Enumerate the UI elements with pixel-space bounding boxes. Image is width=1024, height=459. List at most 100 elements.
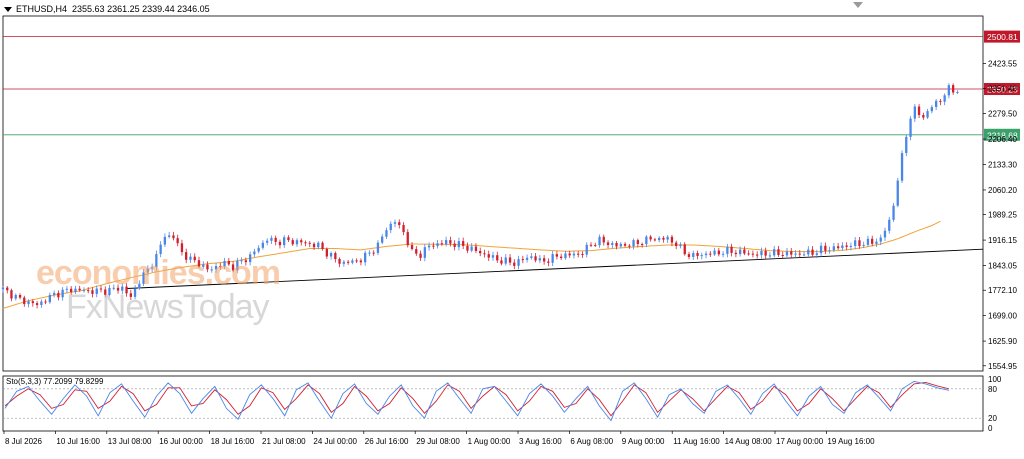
candle-body (176, 238, 179, 244)
candle-body (508, 257, 512, 263)
candle-body (841, 245, 844, 249)
candle-body (802, 254, 806, 256)
candle-body (692, 253, 695, 257)
candle-body (632, 240, 635, 247)
price-tick-label: 2133.30 (988, 161, 1017, 170)
candle-body (538, 258, 541, 261)
candle-body (419, 253, 422, 258)
candle-body (427, 245, 431, 248)
candle-body (410, 245, 414, 249)
candle-body (939, 100, 942, 102)
candle-body (48, 294, 51, 303)
candle-body (709, 253, 712, 255)
candle-body (18, 295, 22, 298)
candle-body (875, 241, 878, 244)
dropdown-triangle-icon[interactable] (4, 7, 12, 13)
candle-body (385, 230, 388, 237)
time-tick-label: 19 Aug 16:00 (827, 437, 875, 446)
candle-body (730, 246, 733, 253)
candle-body (393, 222, 397, 224)
price-tick-label: 2279.50 (988, 110, 1017, 119)
candle-body (163, 236, 166, 245)
candle-body (917, 106, 921, 115)
candle-body (871, 238, 874, 244)
candle-body (790, 251, 793, 255)
candle-body (726, 246, 729, 254)
chart-toggle-icon[interactable] (853, 2, 863, 8)
price-tick-label: 2206.40 (988, 135, 1017, 144)
candle-body (956, 91, 959, 93)
candle-body (525, 257, 529, 260)
candle-body (270, 237, 273, 241)
symbol-label: ETHUSD,H4 (16, 4, 68, 14)
stochastic-tick-label: 80 (988, 385, 997, 394)
candle-body (334, 253, 337, 259)
candle-body (717, 250, 720, 255)
candle-body (300, 240, 303, 243)
time-tick-label: 11 Aug 16:00 (673, 437, 720, 446)
candle-body (658, 237, 661, 241)
candle-body (470, 246, 473, 251)
candle-body (819, 245, 823, 254)
price-chart[interactable]: 2500.812350.232218.68 2423.552351.402279… (0, 0, 1024, 454)
candle-body (926, 111, 929, 118)
stochastic-tick-label: 20 (988, 414, 997, 423)
candle-body (764, 250, 767, 256)
candle-body (883, 230, 887, 238)
candle-body (896, 180, 899, 206)
candle-body (543, 258, 546, 262)
price-tick-label: 2423.55 (988, 59, 1017, 68)
time-tick-label: 14 Aug 08:00 (725, 437, 773, 446)
candle-body (777, 249, 780, 255)
candle-body (500, 260, 503, 264)
time-tick-label: 6 Aug 08:00 (570, 437, 613, 446)
candle-body (329, 253, 333, 257)
candle-body (824, 245, 827, 251)
candle-body (611, 243, 614, 245)
candle-body (564, 253, 567, 259)
price-tick-label: 1843.05 (988, 262, 1017, 271)
candle-body (602, 236, 605, 243)
candle-body (930, 107, 933, 112)
candle-body (756, 254, 759, 256)
candle-body (739, 249, 742, 255)
time-tick-label: 9 Aug 00:00 (622, 437, 665, 446)
candle-body (645, 236, 648, 245)
candle-body (10, 290, 13, 299)
candle-body (364, 252, 367, 263)
candle-body (457, 241, 460, 248)
candle-body (773, 249, 776, 256)
candle-body (947, 85, 950, 96)
chart-window[interactable]: 2500.81 2350.23 2218.68 2423.55 2351.40 2279… (0, 0, 1024, 454)
candle-body (372, 252, 375, 254)
candle-body (308, 242, 311, 244)
candle-body (734, 252, 737, 255)
candle-body (854, 240, 857, 246)
candle-body (568, 253, 571, 256)
candle-body (491, 255, 495, 258)
candle-body (807, 249, 810, 255)
candle-body (266, 240, 269, 243)
candle-body (440, 243, 443, 245)
candle-body (713, 250, 716, 255)
time-tick-label: 3 Aug 16:00 (519, 437, 562, 446)
chart-background (0, 0, 1024, 454)
candle-body (504, 257, 507, 264)
candle-body (623, 243, 627, 246)
candle-body (845, 245, 848, 247)
candle-body (581, 254, 584, 255)
candle-body (598, 236, 601, 246)
candle-body (837, 246, 840, 249)
candle-body (168, 235, 171, 237)
candle-body (832, 246, 835, 251)
candle-body (35, 303, 39, 305)
candle-body (768, 255, 772, 257)
candle-body (474, 246, 478, 251)
candle-body (14, 295, 17, 299)
candle-body (496, 255, 499, 261)
candle-body (700, 255, 703, 257)
candle-body (560, 256, 563, 258)
candle-body (922, 115, 925, 118)
price-tick-label: 1699.00 (988, 312, 1017, 321)
candle-body (287, 237, 290, 241)
